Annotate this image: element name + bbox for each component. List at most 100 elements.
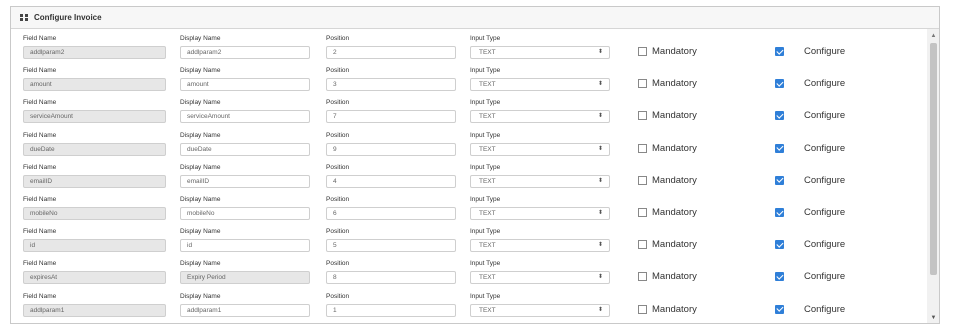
panel-header: Configure Invoice [11,7,939,29]
configure-label: Configure [804,142,846,154]
input-type-label: Input Type [470,196,501,203]
field-row: Field Name Display Name Position Input Type… [11,67,927,99]
position-label: Position [326,196,350,203]
scroll-down-icon[interactable]: ▼ [927,313,939,323]
mandatory-label: Mandatory [652,303,697,315]
input-type-label: Input Type [470,260,501,268]
position-input[interactable]: 6 [326,207,456,220]
sort-arrows-icon: ⬍ [597,242,603,249]
position-label: Position [326,67,350,75]
mandatory-checkbox[interactable] [638,143,647,153]
mandatory-checkbox[interactable] [638,47,647,56]
sort-arrows-icon: ⬍ [597,210,603,216]
position-input[interactable]: 5 [326,239,456,253]
scrollbar-thumb[interactable] [930,43,937,275]
input-type-select[interactable]: TEXT ⬍ [470,46,610,59]
position-input[interactable]: 4 [326,174,456,188]
panel-title: Configure Invoice [34,13,102,22]
mandatory-checkbox[interactable] [638,175,647,185]
mandatory-checkbox[interactable] [638,304,647,314]
configure-checkbox[interactable] [775,240,784,250]
display-name-input[interactable]: emailID [180,174,310,188]
mandatory-checkbox[interactable] [638,240,647,250]
position-label: Position [326,99,350,107]
field-name-label: Field Name [23,99,57,107]
input-type-value: TEXT [479,274,496,282]
configure-checkbox[interactable] [775,79,784,89]
field-name-label: Field Name [23,131,57,139]
scroll-up-icon[interactable]: ▲ [927,31,939,41]
configure-label: Configure [804,78,846,90]
position-input[interactable]: 1 [326,303,456,317]
display-name-input[interactable]: id [180,239,310,253]
input-type-label: Input Type [470,99,501,107]
position-input[interactable]: 9 [326,142,456,156]
sort-arrows-icon: ⬍ [597,274,603,281]
sort-arrows-icon: ⬍ [597,177,603,184]
mandatory-checkbox[interactable] [638,79,647,89]
sort-arrows-icon: ⬍ [597,306,603,313]
field-name-label: Field Name [23,196,57,203]
position-label: Position [326,228,350,236]
field-row: Field Name Display Name Position Input Type… [11,292,927,323]
mandatory-label: Mandatory [652,271,697,283]
field-row: Field Name Display Name Position Input Type… [11,99,927,131]
field-name-label: Field Name [23,67,57,75]
display-name-input[interactable]: serviceAmount [180,110,310,124]
input-type-select[interactable]: TEXT ⬍ [470,303,610,317]
input-type-value: TEXT [479,49,496,56]
mandatory-label: Mandatory [652,207,697,218]
field-name-input: id [23,239,166,253]
configure-checkbox[interactable] [775,47,784,56]
display-name-input[interactable]: addlparam1 [180,303,310,317]
display-name-input[interactable]: amount [180,78,310,92]
configure-checkbox[interactable] [775,272,784,282]
configure-checkbox[interactable] [775,143,784,153]
mandatory-label: Mandatory [652,46,697,57]
position-input[interactable]: 2 [326,46,456,59]
position-label: Position [326,292,350,300]
scrollbar[interactable]: ▲ ▼ [927,29,939,323]
input-type-select[interactable]: TEXT ⬍ [470,207,610,220]
display-name-label: Display Name [180,292,221,300]
configure-invoice-panel: Configure Invoice Field Name Display Name… [10,6,940,324]
display-name-label: Display Name [180,260,221,268]
mandatory-label: Mandatory [652,78,697,90]
position-input[interactable]: 3 [326,78,456,92]
display-name-label: Display Name [180,99,221,107]
configure-checkbox[interactable] [775,304,784,314]
position-input[interactable]: 7 [326,110,456,124]
mandatory-checkbox[interactable] [638,111,647,121]
display-name-label: Display Name [180,35,221,42]
field-row: Field Name Display Name Position Input Type… [11,260,927,292]
mandatory-checkbox[interactable] [638,272,647,282]
sort-arrows-icon: ⬍ [597,49,603,55]
display-name-label: Display Name [180,67,221,75]
input-type-value: TEXT [479,177,496,185]
input-type-label: Input Type [470,67,501,75]
input-type-select[interactable]: TEXT ⬍ [470,174,610,188]
configure-checkbox[interactable] [775,111,784,121]
input-type-select[interactable]: TEXT ⬍ [470,78,610,92]
display-name-label: Display Name [180,163,221,171]
configure-checkbox[interactable] [775,175,784,185]
configure-label: Configure [804,239,846,251]
field-name-input: amount [23,78,166,92]
display-name-input[interactable]: dueDate [180,142,310,156]
field-name-input: addlparam1 [23,303,166,317]
display-name-input[interactable]: addlparam2 [180,46,310,59]
display-name-input[interactable]: mobileNo [180,207,310,220]
field-rows: Field Name Display Name Position Input Type… [11,29,927,323]
position-label: Position [326,260,350,268]
configure-checkbox[interactable] [775,208,784,217]
input-type-label: Input Type [470,228,501,236]
field-name-input: addlparam2 [23,46,166,59]
position-input[interactable]: 8 [326,271,456,285]
display-name-input: Expiry Period [180,271,310,285]
input-type-select[interactable]: TEXT ⬍ [470,142,610,156]
sort-arrows-icon: ⬍ [597,113,603,120]
input-type-select[interactable]: TEXT ⬍ [470,271,610,285]
input-type-select[interactable]: TEXT ⬍ [470,110,610,124]
mandatory-checkbox[interactable] [638,208,647,217]
input-type-select[interactable]: TEXT ⬍ [470,239,610,253]
